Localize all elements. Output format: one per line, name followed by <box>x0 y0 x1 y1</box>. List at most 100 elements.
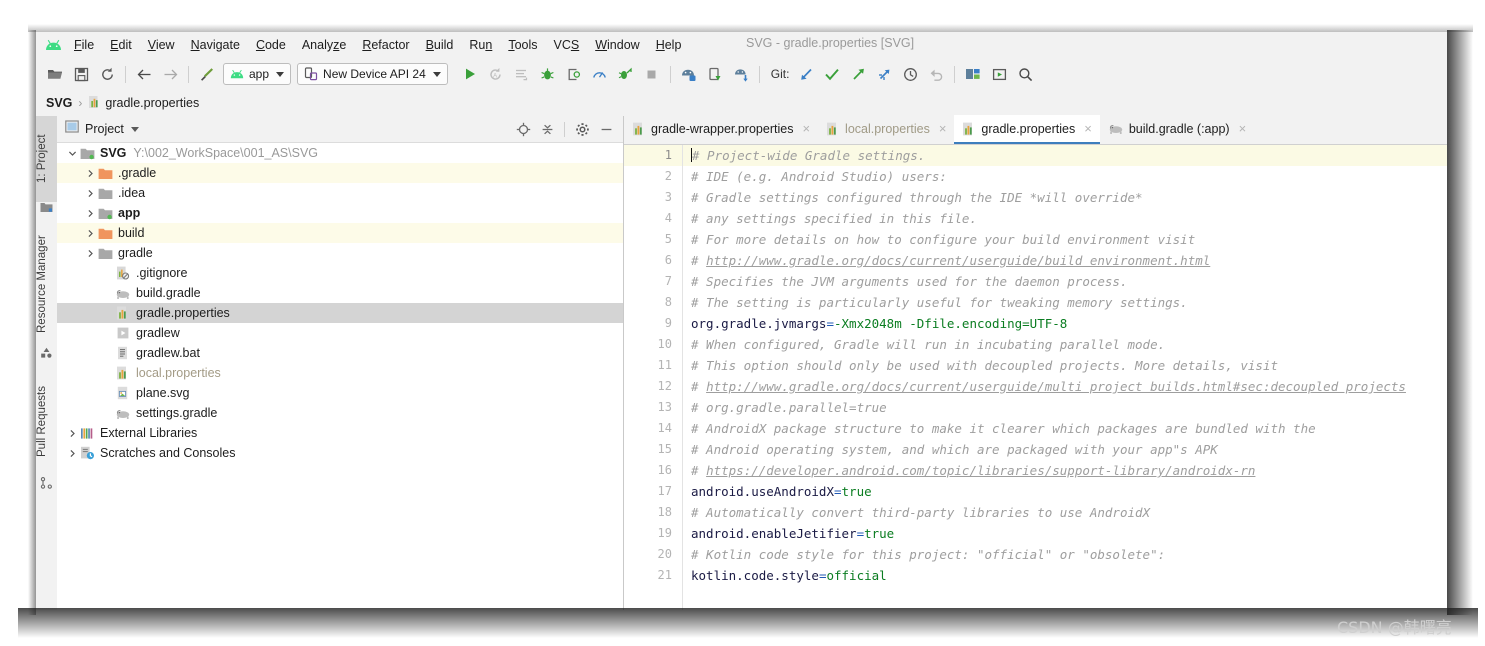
close-icon[interactable]: × <box>1239 121 1247 136</box>
menu-item-refactor[interactable]: Refactor <box>354 35 417 55</box>
menu-item-run[interactable]: Run <box>461 35 500 55</box>
menu-item-help[interactable]: Help <box>648 35 690 55</box>
profiler-icon[interactable] <box>588 62 612 86</box>
code-line[interactable]: # Android operating system, and which ar… <box>683 439 1447 460</box>
code-editor[interactable]: 123456789101112131415161718192021 # Proj… <box>624 145 1447 610</box>
avd-manager-icon[interactable] <box>677 62 701 86</box>
push-icon[interactable] <box>846 62 870 86</box>
tree-row[interactable]: build.gradle <box>57 283 623 303</box>
stop-icon[interactable] <box>640 62 664 86</box>
menu-item-navigate[interactable]: Navigate <box>183 35 248 55</box>
tree-row[interactable]: .idea <box>57 183 623 203</box>
code-line[interactable]: kotlin.code.style=official <box>683 565 1447 586</box>
tree-row[interactable]: settings.gradle <box>57 403 623 423</box>
code-line[interactable]: # For more details on how to configure y… <box>683 229 1447 250</box>
sidebar-item-pull-requests[interactable]: Pull Requests <box>36 368 57 476</box>
menu-item-tools[interactable]: Tools <box>500 35 545 55</box>
breadcrumb-file[interactable]: gradle.properties <box>88 95 199 112</box>
editor-tab[interactable]: gradle-wrapper.properties× <box>624 115 818 144</box>
rollback-icon[interactable] <box>924 62 948 86</box>
code-line[interactable]: # org.gradle.parallel=true <box>683 397 1447 418</box>
menu-item-file[interactable]: File <box>66 35 102 55</box>
project-panel-title[interactable]: Project <box>85 122 124 136</box>
menu-item-build[interactable]: Build <box>418 35 462 55</box>
update-from-vcs-icon[interactable] <box>872 62 896 86</box>
code-line[interactable]: org.gradle.jvmargs=-Xmx2048m -Dfile.enco… <box>683 313 1447 334</box>
code-line[interactable]: # Specifies the JVM arguments used for t… <box>683 271 1447 292</box>
code-line[interactable]: android.useAndroidX=true <box>683 481 1447 502</box>
run-icon[interactable] <box>458 62 482 86</box>
tree-row[interactable]: plane.svg <box>57 383 623 403</box>
module-selector-combo[interactable]: app <box>223 63 291 85</box>
chevron-right-icon[interactable] <box>65 446 79 460</box>
code-line[interactable]: android.enableJetifier=true <box>683 523 1447 544</box>
close-icon[interactable]: × <box>802 121 810 136</box>
layout-inspector-icon[interactable] <box>961 62 985 86</box>
chevron-down-icon[interactable] <box>131 127 139 132</box>
tree-row[interactable]: gradle <box>57 243 623 263</box>
build-hammer-icon[interactable] <box>195 62 219 86</box>
menu-item-code[interactable]: Code <box>248 35 294 55</box>
editor-tab[interactable]: build.gradle (:app)× <box>1100 115 1254 144</box>
project-tree[interactable]: SVGY:\002_WorkSpace\001_AS\SVG.gradle.id… <box>57 143 623 610</box>
menu-item-analyze[interactable]: Analyze <box>294 35 354 55</box>
editor-tab[interactable]: gradle.properties× <box>954 115 1099 144</box>
update-project-icon[interactable] <box>794 62 818 86</box>
code-line[interactable]: # https://developer.android.com/topic/li… <box>683 460 1447 481</box>
code-line[interactable]: # The setting is particularly useful for… <box>683 292 1447 313</box>
menu-item-view[interactable]: View <box>140 35 183 55</box>
code-line[interactable]: # Automatically convert third-party libr… <box>683 502 1447 523</box>
sidebar-item-project[interactable]: 1: Project <box>36 116 57 202</box>
debug-icon[interactable] <box>536 62 560 86</box>
sidebar-item-resource-manager[interactable]: Resource Manager <box>36 220 57 348</box>
chevron-right-icon[interactable] <box>83 206 97 220</box>
tree-row[interactable]: Scratches and Consoles <box>57 443 623 463</box>
chevron-right-icon[interactable] <box>83 166 97 180</box>
sync-icon[interactable] <box>95 62 119 86</box>
attach-debugger-icon[interactable] <box>562 62 586 86</box>
apply-code-changes-icon[interactable] <box>510 62 534 86</box>
code-line[interactable]: # any settings specified in this file. <box>683 208 1447 229</box>
save-all-icon[interactable] <box>69 62 93 86</box>
gear-icon[interactable] <box>571 118 593 140</box>
code-line[interactable]: # http://www.gradle.org/docs/current/use… <box>683 250 1447 271</box>
sdk-manager-icon[interactable] <box>703 62 727 86</box>
code-line[interactable]: # Kotlin code style for this project: "o… <box>683 544 1447 565</box>
breadcrumb-root[interactable]: SVG <box>46 96 72 110</box>
tree-row[interactable]: app <box>57 203 623 223</box>
device-selector-combo[interactable]: New Device API 24 <box>297 63 448 85</box>
menu-item-edit[interactable]: Edit <box>102 35 140 55</box>
sync-project-icon[interactable] <box>729 62 753 86</box>
tree-row[interactable]: gradlew.bat <box>57 343 623 363</box>
code-line[interactable]: # Gradle settings configured through the… <box>683 187 1447 208</box>
code-line[interactable]: # Project-wide Gradle settings. <box>683 145 1447 166</box>
run-with-coverage-icon[interactable] <box>614 62 638 86</box>
tree-row[interactable]: SVGY:\002_WorkSpace\001_AS\SVG <box>57 143 623 163</box>
chevron-right-icon[interactable] <box>83 186 97 200</box>
tree-row[interactable]: External Libraries <box>57 423 623 443</box>
collapse-all-icon[interactable] <box>536 118 558 140</box>
code-line[interactable]: # When configured, Gradle will run in in… <box>683 334 1447 355</box>
close-icon[interactable]: × <box>1084 121 1092 136</box>
chevron-right-icon[interactable] <box>83 226 97 240</box>
tree-row[interactable]: gradlew <box>57 323 623 343</box>
tree-row[interactable]: .gitignore <box>57 263 623 283</box>
back-icon[interactable] <box>132 62 156 86</box>
chevron-down-icon[interactable] <box>65 146 79 160</box>
menu-item-window[interactable]: Window <box>587 35 647 55</box>
tree-row[interactable]: .gradle <box>57 163 623 183</box>
minimize-icon[interactable] <box>595 118 617 140</box>
tree-row[interactable]: build <box>57 223 623 243</box>
open-folder-icon[interactable] <box>43 62 67 86</box>
tree-row[interactable]: gradle.properties <box>57 303 623 323</box>
history-icon[interactable] <box>898 62 922 86</box>
forward-icon[interactable] <box>158 62 182 86</box>
commit-icon[interactable] <box>820 62 844 86</box>
close-icon[interactable]: × <box>939 121 947 136</box>
apply-changes-icon[interactable]: A <box>484 62 508 86</box>
locate-target-icon[interactable] <box>512 118 534 140</box>
chevron-right-icon[interactable] <box>65 426 79 440</box>
menu-item-vcs[interactable]: VCS <box>546 35 588 55</box>
search-everywhere-icon[interactable] <box>1013 62 1037 86</box>
code-content[interactable]: # Project-wide Gradle settings.# IDE (e.… <box>683 145 1447 610</box>
